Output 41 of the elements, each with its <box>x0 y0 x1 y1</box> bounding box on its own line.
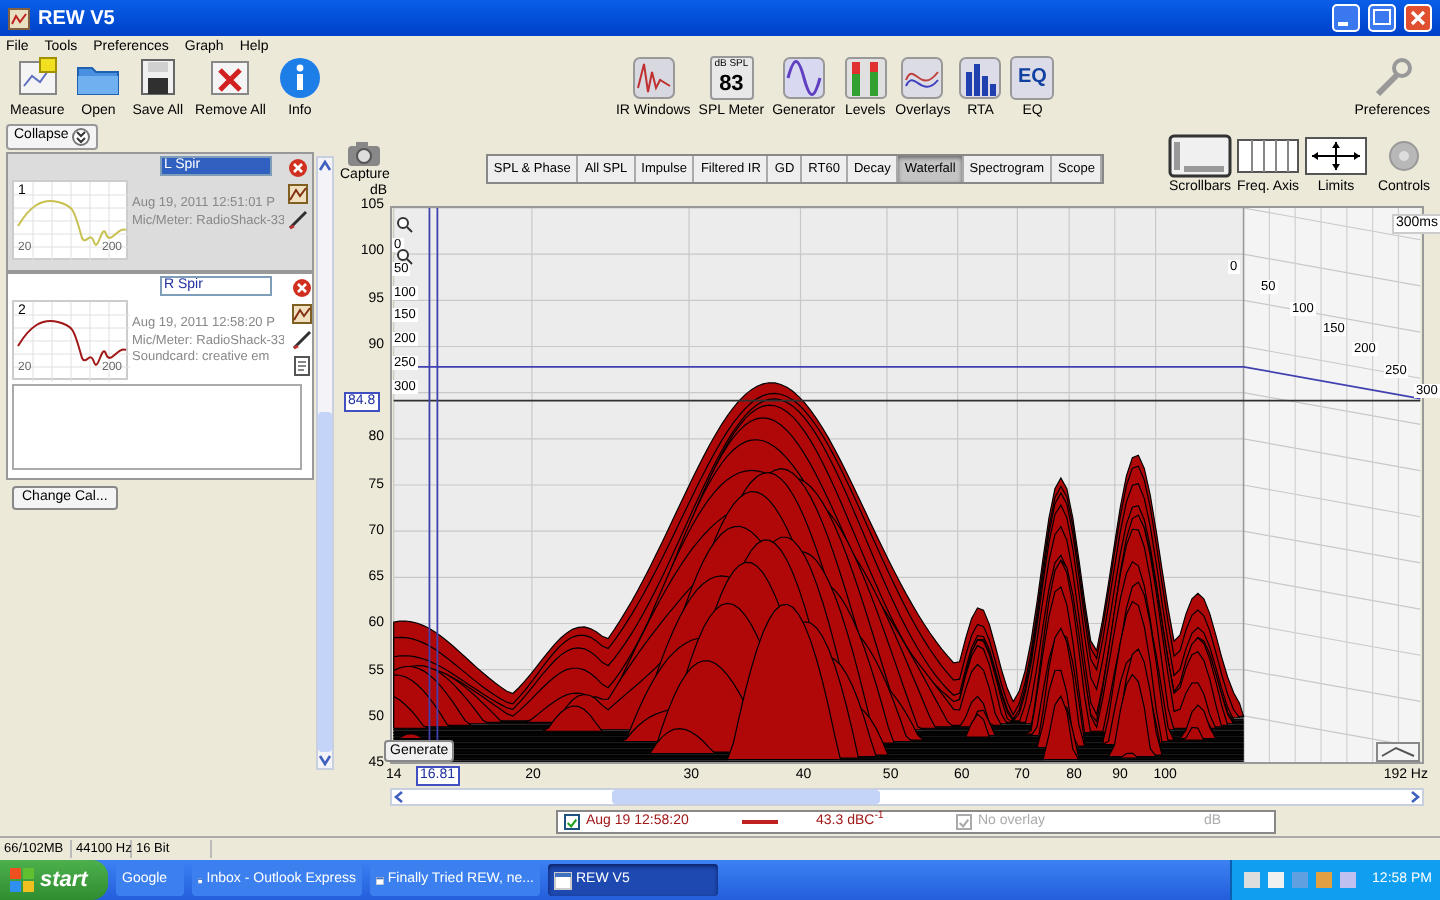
scrollbar-thumb[interactable] <box>318 412 332 752</box>
spl-reading: 83 <box>719 72 744 96</box>
waveform-icon <box>631 56 676 100</box>
vertical-scrollbar[interactable] <box>316 156 334 770</box>
info-icon <box>277 56 322 100</box>
pencil-icon <box>292 330 312 350</box>
scrollbar-thumb[interactable] <box>612 790 880 804</box>
vertical-gridlines-icon <box>1236 134 1300 178</box>
horizontal-scrollbar[interactable] <box>390 788 1424 806</box>
zoom-icon[interactable] <box>396 216 414 234</box>
windows-flag-icon <box>10 868 34 892</box>
close-icon[interactable] <box>1404 4 1432 32</box>
zoom-icon[interactable] <box>396 248 414 266</box>
wrench-icon <box>1370 56 1415 100</box>
chart-edit-icon <box>288 184 308 204</box>
chart-with-cross-icon <box>208 56 253 100</box>
overlay-curves-icon <box>900 56 945 100</box>
minimize-icon[interactable] <box>1332 4 1360 32</box>
checkmark-icon <box>566 815 578 829</box>
checkbox[interactable] <box>564 814 580 830</box>
window-title: REW V5 <box>38 5 115 33</box>
document-icon <box>292 356 312 376</box>
window-icon <box>554 871 572 889</box>
bar-graph-icon <box>958 56 1003 100</box>
scale-icon[interactable] <box>1376 742 1420 762</box>
four-way-arrows-icon <box>1304 134 1368 178</box>
pencil-icon <box>288 210 308 230</box>
delete-icon <box>292 278 312 298</box>
eq-icon: EQ <box>1010 56 1055 100</box>
double-chevron-icon <box>72 128 91 146</box>
app-icon <box>8 7 30 29</box>
chart-edit-icon <box>292 304 312 324</box>
chart-with-note-icon <box>15 56 60 100</box>
delete-icon <box>288 158 308 178</box>
trace-line-icon <box>742 818 778 826</box>
scrollbars-icon <box>1168 134 1232 178</box>
maximize-icon[interactable] <box>1368 4 1396 32</box>
camera-icon <box>346 140 383 168</box>
window-icon <box>376 871 384 889</box>
notes-field[interactable] <box>12 384 302 470</box>
sine-wave-icon <box>781 56 826 100</box>
